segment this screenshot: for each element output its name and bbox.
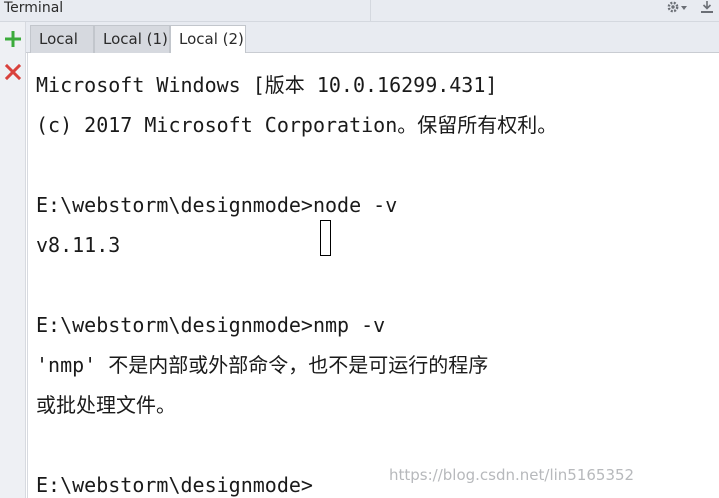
tab-local-1[interactable]: Local (1) — [94, 25, 170, 53]
terminal-sidebar — [0, 22, 26, 498]
terminal-line: 'nmp' 不是内部或外部命令，也不是可运行的程序 — [36, 353, 489, 377]
title-bar: Terminal — [0, 0, 719, 22]
terminal-line: (c) 2017 Microsoft Corporation。保留所有权利。 — [36, 113, 558, 137]
watermark: https://blog.csdn.net/lin5165352 — [389, 466, 635, 484]
window-title: Terminal — [4, 0, 64, 16]
text-cursor — [320, 220, 331, 256]
close-icon[interactable] — [4, 63, 22, 81]
terminal-line: E:\webstorm\designmode>nmp -v — [36, 313, 386, 337]
terminal-line: Microsoft Windows [版本 10.0.16299.431] — [36, 73, 498, 97]
tab-local-2[interactable]: Local (2) — [170, 25, 246, 54]
plus-icon[interactable] — [4, 30, 22, 48]
terminal-line: E:\webstorm\designmode>node -v — [36, 193, 398, 217]
tab-local[interactable]: Local — [30, 25, 94, 53]
terminal-prompt: E:\webstorm\designmode> — [36, 473, 313, 497]
terminal-line: v8.11.3 — [36, 233, 121, 257]
terminal-line: 或批处理文件。 — [36, 393, 176, 417]
terminal-output[interactable]: Microsoft Windows [版本 10.0.16299.431] (c… — [27, 53, 719, 498]
title-divider — [370, 0, 371, 22]
tab-bar: Local Local (1) Local (2) — [26, 22, 719, 54]
minimize-icon[interactable] — [699, 0, 715, 16]
gear-icon[interactable] — [666, 0, 688, 16]
